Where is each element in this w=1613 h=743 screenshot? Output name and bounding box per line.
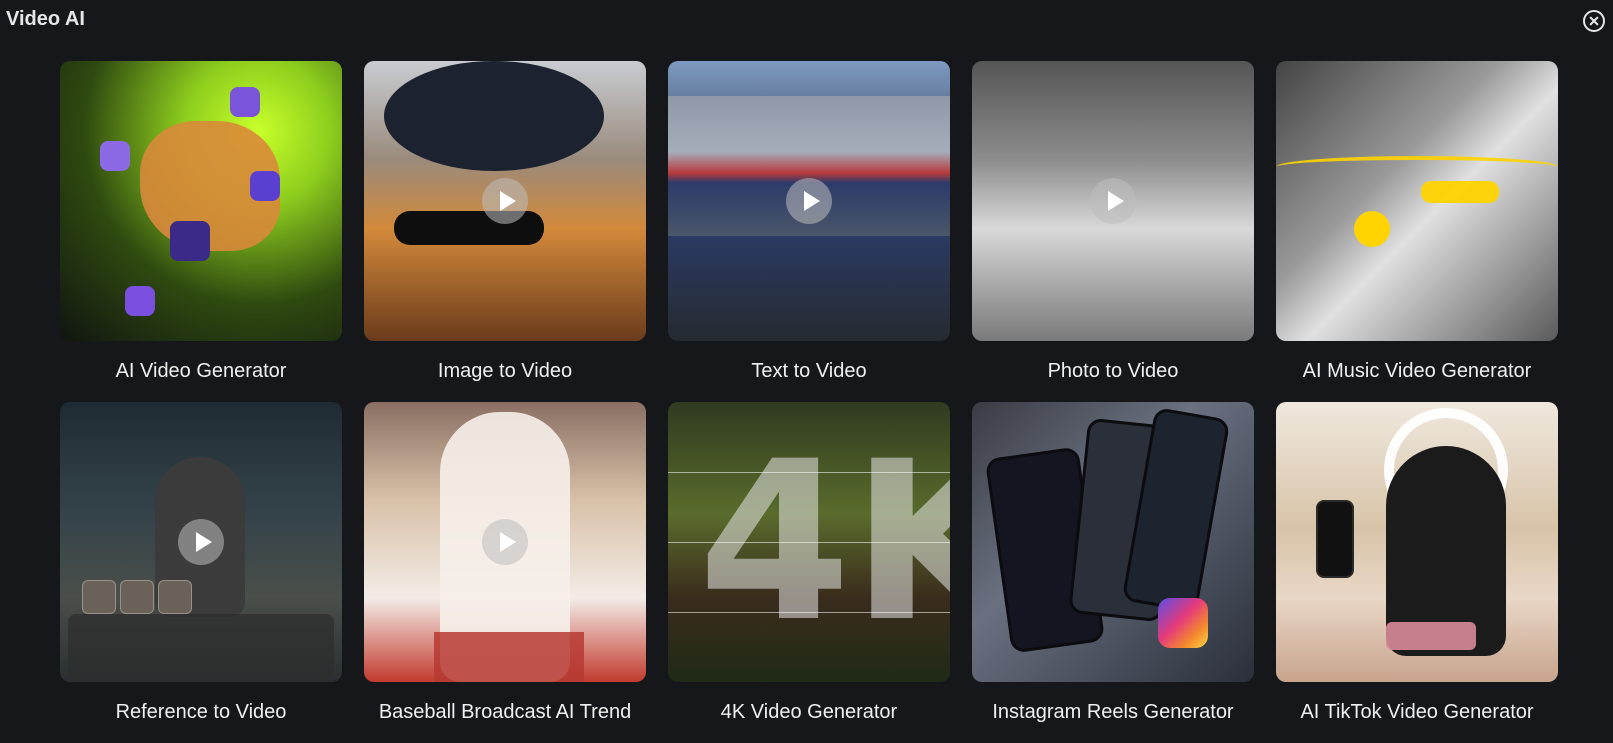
4k-video-generator-thumbnail: 4K (668, 402, 950, 682)
reference-image-thumb (158, 580, 192, 614)
divider-line (668, 472, 950, 473)
sunglasses-icon (1421, 181, 1499, 203)
card-baseball-broadcast-ai-trend[interactable]: Baseball Broadcast AI Trend (364, 402, 646, 743)
card-4k-video-generator[interactable]: 4K 4K Video Generator (668, 402, 950, 743)
text-to-video-thumbnail (668, 61, 950, 341)
card-label: Text to Video (751, 360, 867, 382)
ai-tiktok-video-thumbnail (1276, 402, 1558, 682)
card-label: Image to Video (437, 360, 573, 382)
divider-line (668, 542, 950, 543)
card-label: AI TikTok Video Generator (1300, 701, 1534, 723)
play-icon[interactable] (1090, 178, 1136, 224)
card-label: Instagram Reels Generator (992, 701, 1234, 723)
divider-line (668, 612, 950, 613)
card-ai-tiktok-video-generator[interactable]: AI TikTok Video Generator (1276, 402, 1558, 743)
card-ai-music-video-generator[interactable]: AI Music Video Generator (1276, 61, 1558, 402)
card-label: AI Music Video Generator (1302, 360, 1532, 382)
card-photo-to-video[interactable]: Photo to Video (972, 61, 1254, 402)
headphones-icon (1354, 211, 1390, 247)
instagram-logo-icon (1158, 598, 1208, 648)
instagram-reels-thumbnail (972, 402, 1254, 682)
card-label: Baseball Broadcast AI Trend (378, 701, 632, 723)
card-label: Photo to Video (1047, 360, 1179, 382)
card-label: 4K Video Generator (720, 701, 898, 723)
page-title: Video AI (6, 8, 85, 30)
photo-to-video-thumbnail (972, 61, 1254, 341)
play-icon[interactable] (178, 519, 224, 565)
ai-music-video-thumbnail (1276, 61, 1558, 341)
play-icon[interactable] (482, 519, 528, 565)
baseball-broadcast-thumbnail (364, 402, 646, 682)
app-tile-icon (230, 87, 260, 117)
prompt-preview-box (68, 614, 334, 678)
card-image-to-video[interactable]: Image to Video (364, 61, 646, 402)
app-tile-icon (100, 141, 130, 171)
card-text-to-video[interactable]: Text to Video (668, 61, 950, 402)
card-label: Reference to Video (115, 701, 287, 723)
card-label: AI Video Generator (115, 360, 287, 382)
card-ai-video-generator[interactable]: AI Video Generator (60, 61, 342, 402)
beret-shape (384, 61, 604, 171)
play-icon[interactable] (482, 178, 528, 224)
app-tile-icon (125, 286, 155, 316)
reference-image-thumb (120, 580, 154, 614)
reference-image-thumb (82, 580, 116, 614)
reference-to-video-thumbnail (60, 402, 342, 682)
app-tile-icon (170, 221, 210, 261)
card-reference-to-video[interactable]: Reference to Video (60, 402, 342, 743)
play-icon[interactable] (786, 178, 832, 224)
phone-on-tripod-icon (1316, 500, 1354, 578)
card-instagram-reels-generator[interactable]: Instagram Reels Generator (972, 402, 1254, 743)
tool-grid: AI Video Generator Image to Video Text t… (60, 61, 1558, 743)
soundwave-decoration (1276, 156, 1558, 178)
jersey-lettering-shape (434, 632, 584, 682)
lipstick-row-decoration (1386, 622, 1476, 650)
ai-video-generator-thumbnail (60, 61, 342, 341)
app-tile-icon (250, 171, 280, 201)
close-icon[interactable] (1583, 10, 1605, 32)
image-to-video-thumbnail (364, 61, 646, 341)
